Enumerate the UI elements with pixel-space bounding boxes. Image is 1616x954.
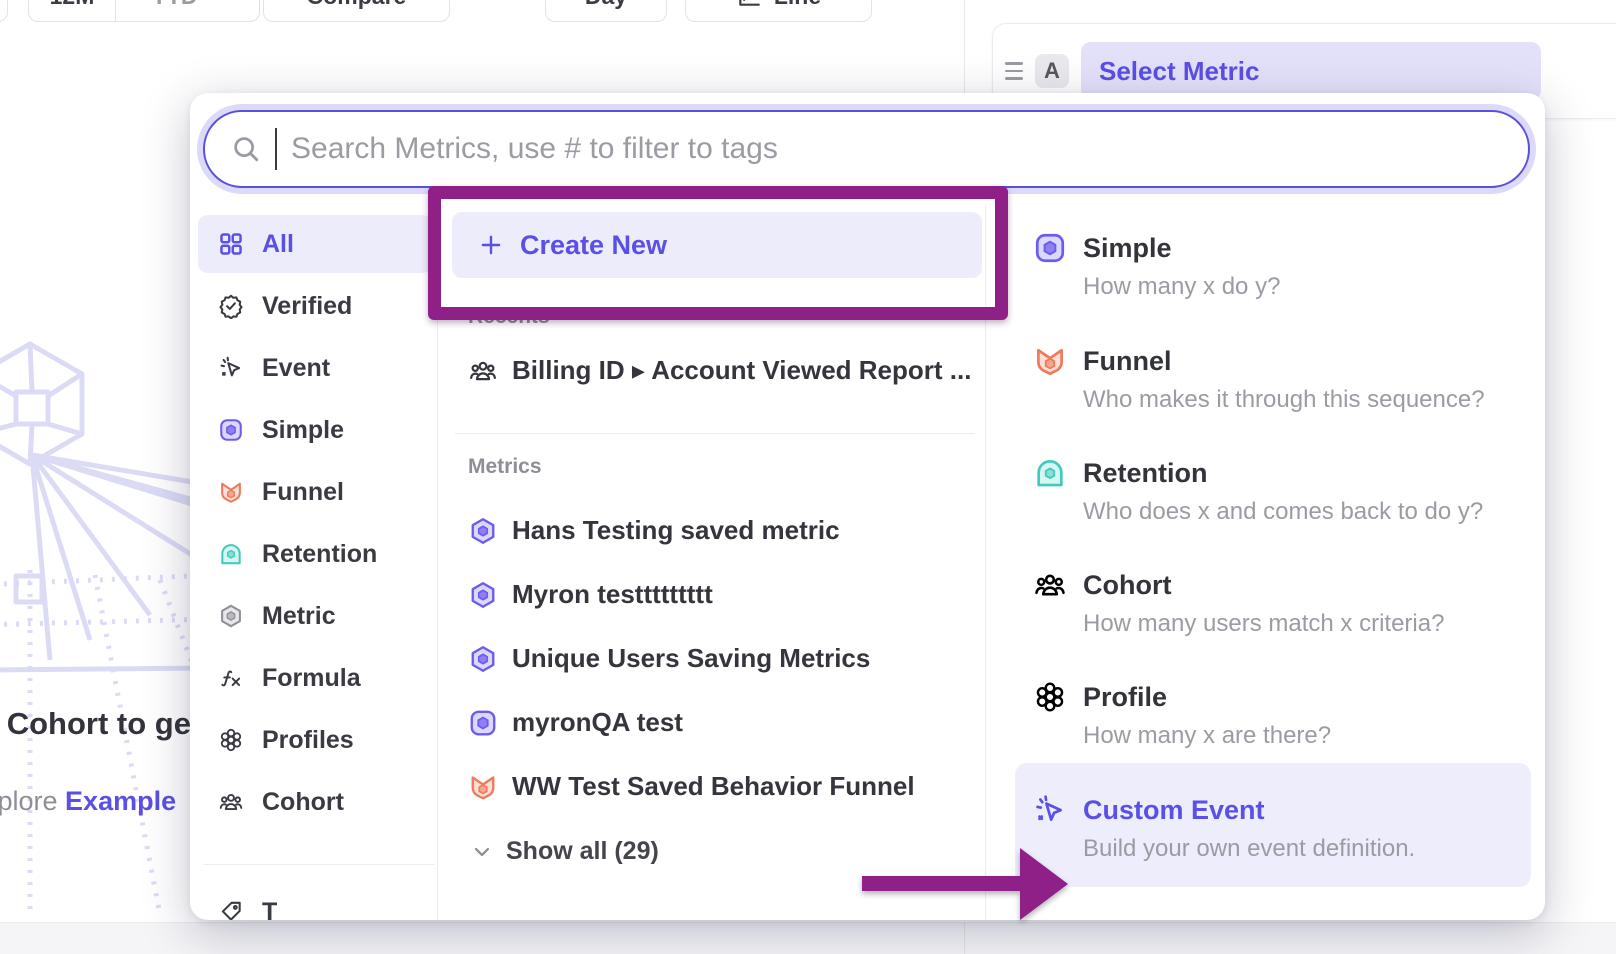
- metric-list-item[interactable]: Unique Users Saving Metrics: [468, 643, 870, 674]
- verified-icon: [218, 293, 244, 319]
- type-row-custom-event[interactable]: Custom Event Build your own event defini…: [1015, 763, 1531, 887]
- sidebar-item-simple[interactable]: Simple: [198, 401, 432, 459]
- metrics-section-label: Metrics: [468, 455, 542, 479]
- granularity-day-button[interactable]: Day: [545, 0, 667, 22]
- sidebar-item-all[interactable]: All: [198, 215, 432, 273]
- simple-icon: [218, 417, 244, 443]
- metric-list-item[interactable]: Hans Testing saved metric: [468, 515, 840, 546]
- section-divider: [455, 433, 975, 434]
- sidebar-item-metric[interactable]: Metric: [198, 587, 432, 645]
- pane-divider-bottom: [964, 922, 965, 954]
- metric-icon: [218, 603, 244, 629]
- create-new-button[interactable]: Create New: [452, 212, 982, 278]
- cohort-icon: [1033, 568, 1067, 602]
- chevron-down-icon: [206, 0, 224, 5]
- custom-event-icon: [1033, 793, 1067, 827]
- date-range-group: 12M YTD: [28, 0, 260, 22]
- chevron-down-icon: [470, 840, 494, 864]
- type-row-retention[interactable]: Retention Who does x and comes back to d…: [1015, 456, 1531, 526]
- sidebar-item-event[interactable]: Event: [198, 339, 432, 397]
- chart-type-line-button[interactable]: Line: [685, 0, 872, 22]
- event-icon: [218, 355, 244, 381]
- profiles-icon: [1033, 680, 1067, 714]
- metric-hex-icon: [468, 580, 498, 610]
- recents-section-label: Recents: [468, 305, 550, 329]
- range-12m-button[interactable]: 12M: [29, 0, 116, 21]
- text-cursor: [275, 128, 277, 170]
- sidebar-divider: [204, 864, 434, 865]
- app-screen: 12M YTD Compare Day Line r Cohort to ge …: [0, 0, 1616, 954]
- type-row-simple[interactable]: Simple How many x do y?: [1015, 231, 1531, 301]
- range-ytd-button[interactable]: YTD: [116, 0, 259, 21]
- tag-icon: [218, 899, 244, 920]
- plus-icon: [478, 232, 504, 258]
- funnel-icon: [1033, 344, 1067, 378]
- simple-icon: [468, 708, 498, 738]
- search-box: [203, 110, 1530, 188]
- cohort-icon: [218, 789, 244, 815]
- funnel-icon: [468, 772, 498, 802]
- type-row-funnel[interactable]: Funnel Who makes it through this sequenc…: [1015, 344, 1531, 414]
- sidebar-item-formula[interactable]: Formula: [198, 649, 432, 707]
- sidebar-item-profiles[interactable]: Profiles: [198, 711, 432, 769]
- type-row-cohort[interactable]: Cohort How many users match x criteria?: [1015, 568, 1531, 638]
- toolbar-cutoff-button[interactable]: [0, 0, 8, 22]
- retention-icon: [1033, 456, 1067, 490]
- metric-hex-icon: [468, 644, 498, 674]
- profiles-icon: [218, 727, 244, 753]
- empty-state-subtext: xplore Example: [0, 786, 176, 817]
- sidebar-item-retention[interactable]: Retention: [198, 525, 432, 583]
- search-input[interactable]: [291, 132, 1502, 166]
- show-all-button[interactable]: Show all (29): [470, 837, 659, 866]
- search-icon: [231, 134, 261, 164]
- example-reports-link[interactable]: Example: [65, 786, 176, 816]
- type-row-profile[interactable]: Profile How many x are there?: [1015, 680, 1531, 750]
- sidebar-item-verified[interactable]: Verified: [198, 277, 432, 335]
- select-metric-pill[interactable]: Select Metric: [1081, 42, 1541, 100]
- funnel-icon: [218, 479, 244, 505]
- pane-divider-top: [964, 0, 965, 93]
- column-divider: [985, 205, 986, 920]
- empty-state-headline: r Cohort to ge: [0, 706, 191, 742]
- compare-button[interactable]: Compare: [263, 0, 450, 22]
- series-letter-chip[interactable]: A: [1035, 54, 1069, 88]
- metric-list-item[interactable]: WW Test Saved Behavior Funnel: [468, 771, 915, 802]
- metric-hex-icon: [468, 516, 498, 546]
- retention-icon: [218, 541, 244, 567]
- column-divider: [437, 205, 438, 920]
- sidebar-item-partial[interactable]: T: [198, 883, 432, 920]
- metric-picker-panel: All Verified Event Simple Funnel Retenti…: [190, 93, 1545, 920]
- metric-list-item[interactable]: myronQA test: [468, 707, 683, 738]
- footer-strip: [0, 922, 1616, 954]
- formula-icon: [218, 665, 244, 691]
- drag-handle-icon[interactable]: [1005, 62, 1023, 80]
- metric-list-item[interactable]: Myron testtttttttt: [468, 579, 713, 610]
- cohort-icon: [468, 356, 498, 386]
- sidebar-item-funnel[interactable]: Funnel: [198, 463, 432, 521]
- recent-item[interactable]: Billing ID ▸ Account Viewed Report ...: [468, 355, 971, 386]
- line-chart-icon: [736, 0, 762, 9]
- grid-icon: [218, 231, 244, 257]
- simple-icon: [1033, 231, 1067, 265]
- sidebar-item-cohort[interactable]: Cohort: [198, 773, 432, 831]
